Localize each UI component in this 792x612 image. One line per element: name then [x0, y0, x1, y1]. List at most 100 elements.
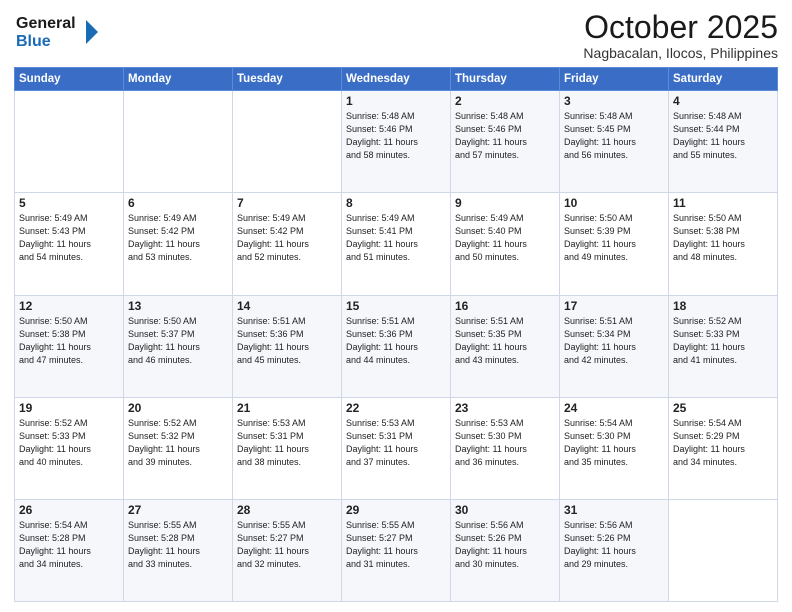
day-info: Sunrise: 5:50 AMSunset: 5:38 PMDaylight:… — [673, 212, 773, 264]
day-number: 13 — [128, 299, 228, 313]
table-cell: 22Sunrise: 5:53 AMSunset: 5:31 PMDayligh… — [342, 397, 451, 499]
day-number: 17 — [564, 299, 664, 313]
table-cell — [124, 91, 233, 193]
day-number: 2 — [455, 94, 555, 108]
day-info: Sunrise: 5:49 AMSunset: 5:41 PMDaylight:… — [346, 212, 446, 264]
day-info: Sunrise: 5:51 AMSunset: 5:36 PMDaylight:… — [237, 315, 337, 367]
day-info: Sunrise: 5:51 AMSunset: 5:36 PMDaylight:… — [346, 315, 446, 367]
day-info: Sunrise: 5:52 AMSunset: 5:33 PMDaylight:… — [673, 315, 773, 367]
day-info: Sunrise: 5:53 AMSunset: 5:31 PMDaylight:… — [346, 417, 446, 469]
day-info: Sunrise: 5:48 AMSunset: 5:46 PMDaylight:… — [346, 110, 446, 162]
day-info: Sunrise: 5:49 AMSunset: 5:42 PMDaylight:… — [128, 212, 228, 264]
day-number: 30 — [455, 503, 555, 517]
day-number: 7 — [237, 196, 337, 210]
week-row-1: 1 Sunrise: 5:48 AMSunset: 5:46 PMDaylight… — [15, 91, 778, 193]
table-cell: 14 Sunrise: 5:51 AMSunset: 5:36 PMDayligh… — [233, 295, 342, 397]
table-cell: 21Sunrise: 5:53 AMSunset: 5:31 PMDayligh… — [233, 397, 342, 499]
day-info: Sunrise: 5:52 AMSunset: 5:33 PMDaylight:… — [19, 417, 119, 469]
day-number: 20 — [128, 401, 228, 415]
day-info: Sunrise: 5:56 AMSunset: 5:26 PMDaylight:… — [455, 519, 555, 571]
day-number: 19 — [19, 401, 119, 415]
week-row-2: 5 Sunrise: 5:49 AMSunset: 5:43 PMDaylight… — [15, 193, 778, 295]
calendar-page: GeneralBlue October 2025 Nagbacalan, Ilo… — [0, 0, 792, 612]
day-number: 10 — [564, 196, 664, 210]
table-cell: 17 Sunrise: 5:51 AMSunset: 5:34 PMDayligh… — [560, 295, 669, 397]
day-number: 16 — [455, 299, 555, 313]
col-monday: Monday — [124, 68, 233, 91]
weekday-header-row: Sunday Monday Tuesday Wednesday Thursday… — [15, 68, 778, 91]
day-info: Sunrise: 5:48 AMSunset: 5:44 PMDaylight:… — [673, 110, 773, 162]
col-thursday: Thursday — [451, 68, 560, 91]
day-number: 28 — [237, 503, 337, 517]
location: Nagbacalan, Ilocos, Philippines — [583, 45, 778, 61]
day-info: Sunrise: 5:49 AMSunset: 5:40 PMDaylight:… — [455, 212, 555, 264]
svg-text:General: General — [16, 15, 76, 32]
day-number: 15 — [346, 299, 446, 313]
month-title: October 2025 — [583, 10, 778, 45]
table-cell: 28Sunrise: 5:55 AMSunset: 5:27 PMDayligh… — [233, 499, 342, 601]
title-block: October 2025 Nagbacalan, Ilocos, Philipp… — [583, 10, 778, 61]
table-cell — [669, 499, 778, 601]
table-cell: 26Sunrise: 5:54 AMSunset: 5:28 PMDayligh… — [15, 499, 124, 601]
day-number: 29 — [346, 503, 446, 517]
table-cell: 13 Sunrise: 5:50 AMSunset: 5:37 PMDayligh… — [124, 295, 233, 397]
day-info: Sunrise: 5:51 AMSunset: 5:35 PMDaylight:… — [455, 315, 555, 367]
table-cell: 8Sunrise: 5:49 AMSunset: 5:41 PMDaylight… — [342, 193, 451, 295]
day-info: Sunrise: 5:48 AMSunset: 5:46 PMDaylight:… — [455, 110, 555, 162]
day-info: Sunrise: 5:54 AMSunset: 5:28 PMDaylight:… — [19, 519, 119, 571]
table-cell: 16 Sunrise: 5:51 AMSunset: 5:35 PMDayligh… — [451, 295, 560, 397]
day-info: Sunrise: 5:48 AMSunset: 5:45 PMDaylight:… — [564, 110, 664, 162]
table-cell: 4Sunrise: 5:48 AMSunset: 5:44 PMDaylight… — [669, 91, 778, 193]
table-cell: 15 Sunrise: 5:51 AMSunset: 5:36 PMDayligh… — [342, 295, 451, 397]
day-number: 1 — [346, 94, 446, 108]
day-number: 24 — [564, 401, 664, 415]
col-sunday: Sunday — [15, 68, 124, 91]
table-cell: 2 Sunrise: 5:48 AMSunset: 5:46 PMDaylight… — [451, 91, 560, 193]
day-number: 21 — [237, 401, 337, 415]
day-number: 11 — [673, 196, 773, 210]
col-friday: Friday — [560, 68, 669, 91]
table-cell: 30 Sunrise: 5:56 AMSunset: 5:26 PMDayligh… — [451, 499, 560, 601]
day-number: 25 — [673, 401, 773, 415]
day-info: Sunrise: 5:53 AMSunset: 5:30 PMDaylight:… — [455, 417, 555, 469]
table-cell: 10 Sunrise: 5:50 AMSunset: 5:39 PMDayligh… — [560, 193, 669, 295]
day-info: Sunrise: 5:50 AMSunset: 5:37 PMDaylight:… — [128, 315, 228, 367]
day-number: 5 — [19, 196, 119, 210]
calendar-table: Sunday Monday Tuesday Wednesday Thursday… — [14, 67, 778, 602]
table-cell: 5 Sunrise: 5:49 AMSunset: 5:43 PMDaylight… — [15, 193, 124, 295]
table-cell: 1 Sunrise: 5:48 AMSunset: 5:46 PMDaylight… — [342, 91, 451, 193]
day-number: 12 — [19, 299, 119, 313]
day-info: Sunrise: 5:54 AMSunset: 5:30 PMDaylight:… — [564, 417, 664, 469]
table-cell: 19 Sunrise: 5:52 AMSunset: 5:33 PMDayligh… — [15, 397, 124, 499]
header: GeneralBlue October 2025 Nagbacalan, Ilo… — [14, 10, 778, 61]
table-cell: 7 Sunrise: 5:49 AMSunset: 5:42 PMDaylight… — [233, 193, 342, 295]
logo-icon: GeneralBlue — [14, 10, 104, 55]
day-number: 31 — [564, 503, 664, 517]
day-info: Sunrise: 5:49 AMSunset: 5:42 PMDaylight:… — [237, 212, 337, 264]
table-cell: 18Sunrise: 5:52 AMSunset: 5:33 PMDayligh… — [669, 295, 778, 397]
day-info: Sunrise: 5:56 AMSunset: 5:26 PMDaylight:… — [564, 519, 664, 571]
table-cell: 6 Sunrise: 5:49 AMSunset: 5:42 PMDaylight… — [124, 193, 233, 295]
day-number: 3 — [564, 94, 664, 108]
day-info: Sunrise: 5:49 AMSunset: 5:43 PMDaylight:… — [19, 212, 119, 264]
table-cell: 12Sunrise: 5:50 AMSunset: 5:38 PMDayligh… — [15, 295, 124, 397]
day-info: Sunrise: 5:50 AMSunset: 5:39 PMDaylight:… — [564, 212, 664, 264]
day-info: Sunrise: 5:55 AMSunset: 5:28 PMDaylight:… — [128, 519, 228, 571]
table-cell: 24 Sunrise: 5:54 AMSunset: 5:30 PMDayligh… — [560, 397, 669, 499]
day-number: 9 — [455, 196, 555, 210]
table-cell: 25 Sunrise: 5:54 AMSunset: 5:29 PMDayligh… — [669, 397, 778, 499]
week-row-4: 19 Sunrise: 5:52 AMSunset: 5:33 PMDayligh… — [15, 397, 778, 499]
week-row-5: 26Sunrise: 5:54 AMSunset: 5:28 PMDayligh… — [15, 499, 778, 601]
table-cell: 3 Sunrise: 5:48 AMSunset: 5:45 PMDaylight… — [560, 91, 669, 193]
day-info: Sunrise: 5:52 AMSunset: 5:32 PMDaylight:… — [128, 417, 228, 469]
table-cell — [15, 91, 124, 193]
col-saturday: Saturday — [669, 68, 778, 91]
svg-text:Blue: Blue — [16, 33, 51, 50]
table-cell: 27Sunrise: 5:55 AMSunset: 5:28 PMDayligh… — [124, 499, 233, 601]
day-info: Sunrise: 5:51 AMSunset: 5:34 PMDaylight:… — [564, 315, 664, 367]
day-number: 6 — [128, 196, 228, 210]
day-info: Sunrise: 5:54 AMSunset: 5:29 PMDaylight:… — [673, 417, 773, 469]
table-cell: 20 Sunrise: 5:52 AMSunset: 5:32 PMDayligh… — [124, 397, 233, 499]
day-number: 14 — [237, 299, 337, 313]
col-tuesday: Tuesday — [233, 68, 342, 91]
